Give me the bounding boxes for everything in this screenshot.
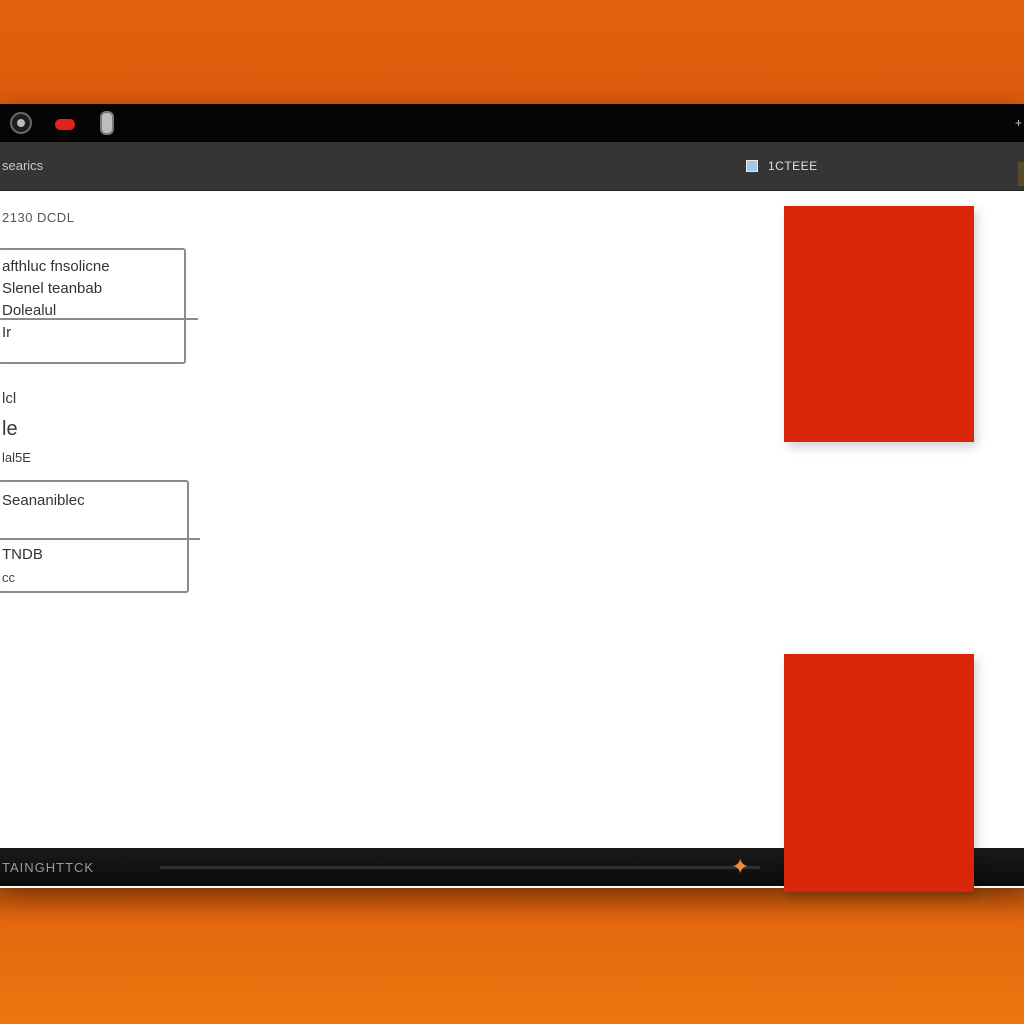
card-divider bbox=[0, 538, 200, 540]
red-panel-top[interactable] bbox=[784, 206, 974, 442]
red-panel-bottom[interactable] bbox=[784, 654, 974, 892]
record-icon[interactable] bbox=[55, 119, 75, 130]
meta-text: le bbox=[2, 418, 18, 440]
card-note: cc bbox=[2, 570, 15, 585]
meta-text: lal5E bbox=[2, 450, 31, 465]
toolbar-search-label[interactable]: searics bbox=[2, 158, 43, 173]
window-corner-icon[interactable]: + bbox=[1015, 116, 1022, 130]
progress-track[interactable] bbox=[160, 866, 760, 869]
card-line: afthluc fnsolicne bbox=[2, 258, 110, 275]
secondary-card[interactable]: Seananiblec TNDB cc bbox=[0, 480, 200, 593]
background-gradient bbox=[0, 880, 1024, 1024]
toolbar-edge-handle bbox=[1018, 162, 1024, 186]
card-value: TNDB bbox=[2, 546, 43, 563]
star-icon[interactable]: ✦ bbox=[731, 856, 749, 878]
card-divider bbox=[0, 318, 198, 320]
title-bar: + bbox=[0, 104, 1024, 142]
card-title: Seananiblec bbox=[2, 492, 85, 509]
toolbar-status-text: 1CTEEE bbox=[768, 159, 818, 173]
card-line: Slenel teanbab bbox=[2, 280, 103, 297]
toolbar-status-group[interactable]: 1CTEEE bbox=[746, 158, 818, 174]
page-title: 2130 DCDL bbox=[2, 210, 75, 225]
card-line: Ir bbox=[2, 324, 12, 341]
camera-icon[interactable] bbox=[10, 112, 32, 134]
microphone-icon[interactable] bbox=[100, 111, 114, 135]
primary-card[interactable]: afthluc fnsolicne Slenel teanbab Dolealu… bbox=[0, 248, 198, 364]
bottom-bar-label: TAINGHTTCK bbox=[2, 860, 95, 875]
meta-text: lcl bbox=[2, 390, 17, 407]
checkbox-icon[interactable] bbox=[746, 160, 758, 172]
toolbar: searics 1CTEEE bbox=[0, 142, 1024, 191]
